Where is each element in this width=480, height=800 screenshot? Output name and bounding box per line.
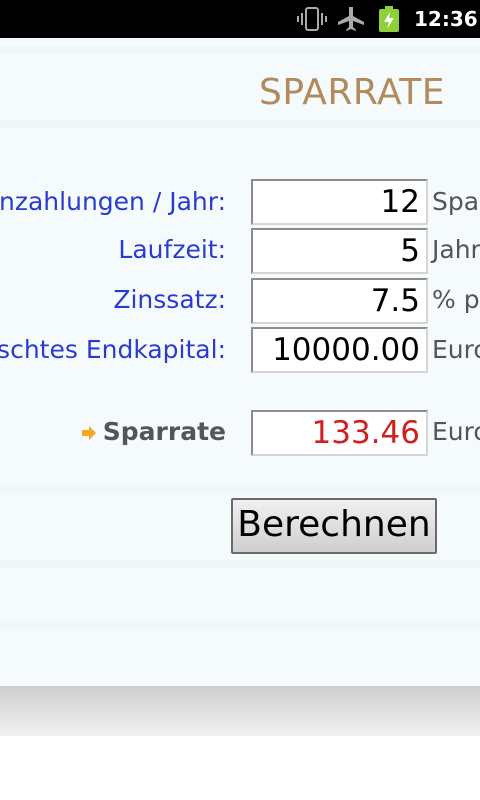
divider: [0, 487, 480, 495]
field-unit-capital: Euro: [432, 335, 480, 364]
field-label-interest: Zinssatz:: [113, 285, 226, 314]
savings-rate-output: 133.46: [251, 410, 428, 456]
target-capital-input[interactable]: 10000.00: [251, 327, 428, 373]
divider: [0, 623, 480, 631]
vibrate-icon: [297, 7, 327, 31]
divider: [0, 120, 480, 128]
field-label-payments-per-year: nzahlungen / Jahr:: [0, 187, 226, 216]
result-label: Sparrate: [81, 415, 226, 449]
calculate-button[interactable]: Berechnen: [231, 498, 437, 554]
divider: [0, 46, 480, 54]
airplane-icon: [338, 7, 364, 31]
field-unit-duration: Jahr: [432, 235, 480, 264]
result-unit: Euro: [432, 417, 480, 446]
result-label-text: Sparrate: [102, 417, 226, 446]
status-bar: 12:36: [0, 0, 480, 38]
field-label-target-capital: schtes Endkapital:: [0, 335, 226, 364]
interest-rate-input[interactable]: 7.5: [251, 278, 428, 324]
field-unit-interest: % p: [432, 285, 480, 314]
field-label-duration: Laufzeit:: [118, 235, 226, 264]
bottom-shadow: [0, 686, 480, 736]
duration-input[interactable]: 5: [251, 228, 428, 274]
page-title: SPARRATE: [259, 72, 446, 113]
field-unit-payments: Spa: [432, 187, 480, 216]
payments-per-year-input[interactable]: 12: [251, 179, 428, 225]
status-time: 12:36: [414, 7, 478, 31]
arrow-right-icon: [81, 426, 96, 440]
divider: [0, 560, 480, 568]
battery-charging-icon: [379, 6, 399, 32]
